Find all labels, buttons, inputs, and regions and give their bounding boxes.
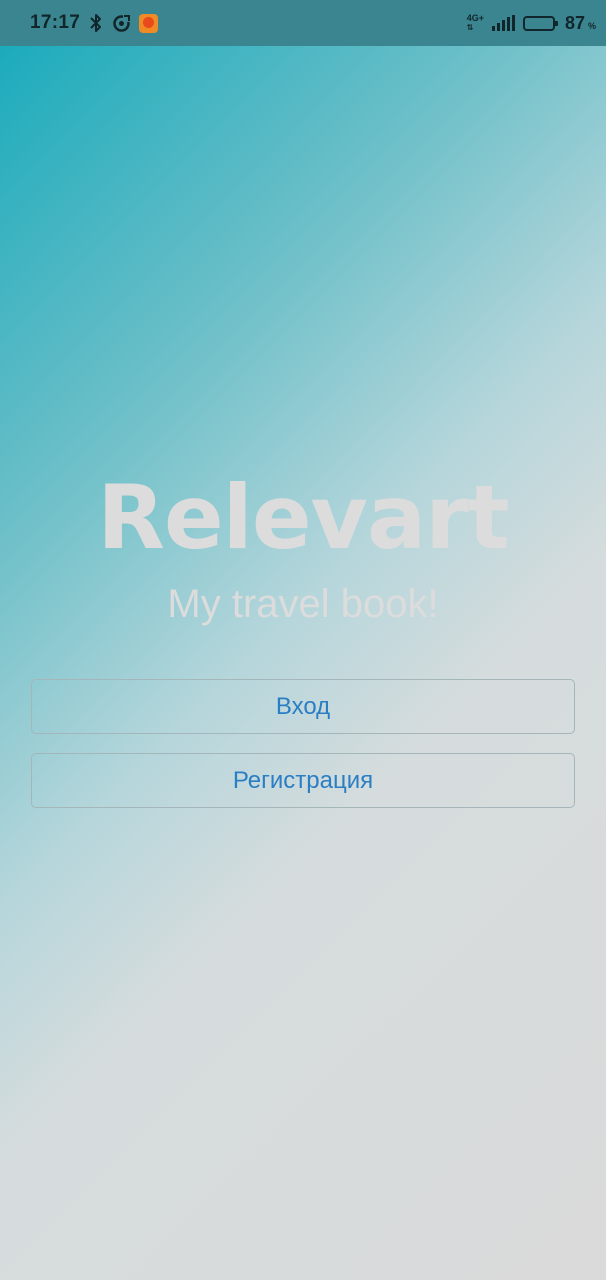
status-bar-right: 4G+ ⇅ 87 % [467,13,596,34]
status-bar-left: 17:17 [30,12,159,34]
logo-block: Relevart My travel book! [0,466,606,628]
status-bar: 17:17 4G+ ⇅ 87 % [0,0,606,46]
app-title: Relevart [97,466,510,569]
bluetooth-icon [88,13,104,33]
battery-icon [522,15,558,31]
battery-percent: 87 % [565,13,596,34]
network-type-label: 4G+ [466,13,484,23]
register-button[interactable]: Регистрация [31,753,575,808]
status-time: 17:17 [30,12,81,33]
sync-icon [112,13,132,33]
app-subtitle: My travel book! [167,582,439,626]
battery-percent-value: 87 [564,12,585,33]
battery-percent-unit: % [587,20,596,31]
login-button[interactable]: Вход [31,679,575,734]
data-arrows-icon: ⇅ [466,23,474,32]
signal-icon [491,15,515,31]
network-indicator: 4G+ ⇅ [466,13,484,33]
app-notification-icon [139,13,159,33]
